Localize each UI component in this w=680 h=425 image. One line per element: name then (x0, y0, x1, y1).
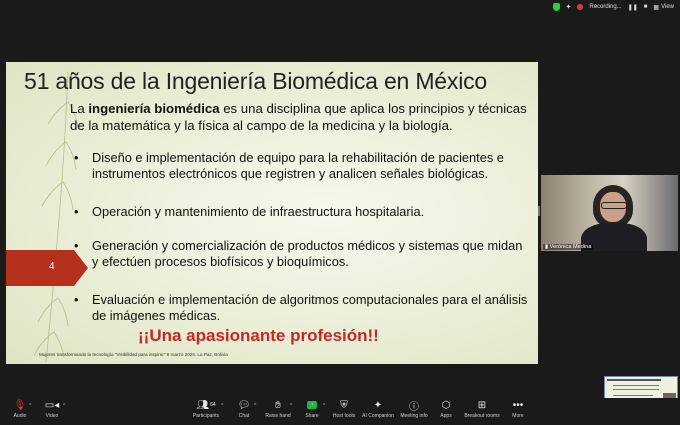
chat-options-caret[interactable]: ^ (254, 403, 256, 409)
participants-icon: 👥︎ (196, 399, 210, 411)
breakout-rooms-icon: ⊞ (477, 399, 487, 411)
video-label: Video (45, 413, 59, 419)
audio-bars-icon: ▮ (545, 244, 549, 250)
page-number: 4 (49, 261, 55, 272)
bullet-text: Diseño e implementación de equipo para l… (92, 150, 504, 181)
participants-label: Participants (192, 413, 220, 419)
bullet-text: Generación y comercialización de product… (92, 238, 523, 269)
more-label: More (512, 413, 524, 419)
participants-button[interactable]: 👥︎ 64 Participants (186, 398, 226, 420)
participant-name: Verónica Medina (549, 244, 592, 250)
video-camera-icon: ▭◂ (44, 399, 60, 411)
view-grid-icon: ▦ (653, 4, 660, 11)
apps-label: Apps (440, 413, 452, 419)
participant-glasses (601, 202, 627, 209)
top-right-status: ✦ Recording... ❚❚ ■ ▦ View (552, 3, 674, 11)
recording-label[interactable]: Recording... (589, 4, 621, 10)
participants-count: 64 (210, 402, 216, 408)
top-bar: ✦ Recording... ❚❚ ■ ▦ View (0, 0, 680, 18)
pause-icon[interactable]: ❚❚ (628, 4, 638, 11)
slide-slogan: ¡¡Una apasionante profesión!! (138, 326, 379, 345)
apps-icon: ⬡ (441, 399, 451, 411)
video-button[interactable]: ▭◂ Video (32, 398, 72, 420)
slide-title: 51 años de la Ingeniería Biomédica en Mé… (24, 68, 487, 94)
audio-options-caret[interactable]: ^ (29, 403, 31, 409)
bullet-text: Evaluación e implementación de algoritmo… (92, 292, 528, 323)
view-button[interactable]: ▦ View (653, 4, 674, 11)
breakout-rooms-label: Breakout rooms (464, 413, 500, 419)
slide-footer: Mujeres transformando la tecnología "Vis… (39, 352, 228, 357)
breakout-rooms-button[interactable]: ⊞ Breakout rooms (462, 398, 502, 420)
apps-button[interactable]: ⬡ Apps (426, 398, 466, 420)
video-options-caret[interactable]: ^ (63, 403, 65, 409)
page-number-tab: 4 (6, 250, 88, 286)
share-screen-icon: ↑ (307, 401, 317, 409)
ai-companion-button[interactable]: ✦ AI Companion (358, 398, 398, 420)
shield-icon: ⛨ (340, 399, 348, 411)
encryption-shield-icon[interactable] (552, 3, 560, 11)
shared-slide: 51 años de la Ingeniería Biomédica en Mé… (6, 62, 538, 364)
intro-bold: ingeniería biomédica (88, 101, 220, 116)
split-resize-handle[interactable] (538, 206, 540, 216)
participant-video-tile[interactable]: ▮ Verónica Medina (541, 175, 678, 251)
bullet-text: Operación y mantenimiento de infraestruc… (92, 204, 425, 219)
thumbnail-line (613, 385, 659, 386)
microphone-muted-icon: 🎙︎ (13, 399, 27, 411)
stop-icon[interactable]: ■ (644, 4, 648, 10)
meeting-toolbar: 🎙︎ Audio ^ ▭◂ Video ^ 👥︎ 64 Participants … (0, 398, 680, 425)
bullet-marker: • (74, 150, 79, 165)
ai-sparkle-icon: ✦ (373, 399, 383, 411)
view-label: View (661, 4, 674, 10)
thumbnail-line (613, 389, 659, 390)
ai-companion-label: AI Companion (362, 413, 394, 419)
bullet-marker: • (74, 204, 79, 219)
participants-options-caret[interactable]: ^ (221, 403, 223, 409)
slide-intro: La ingeniería biomédica es una disciplin… (70, 100, 530, 134)
raise-hand-icon: ✋︎ (275, 399, 281, 411)
more-icon: ••• (512, 399, 524, 411)
chat-icon: 💬︎ (237, 399, 251, 411)
thumbnail-title (607, 379, 661, 381)
signal-icon: ✦ (565, 4, 572, 11)
info-icon: ⓘ (409, 401, 419, 413)
more-button[interactable]: ••• More (498, 398, 538, 420)
intro-pre: La (70, 101, 89, 116)
bullet-marker: • (74, 292, 79, 307)
recording-dot-icon (577, 4, 584, 10)
participant-name-label: ▮ Verónica Medina (543, 244, 594, 250)
thumbnail-line (613, 395, 653, 396)
